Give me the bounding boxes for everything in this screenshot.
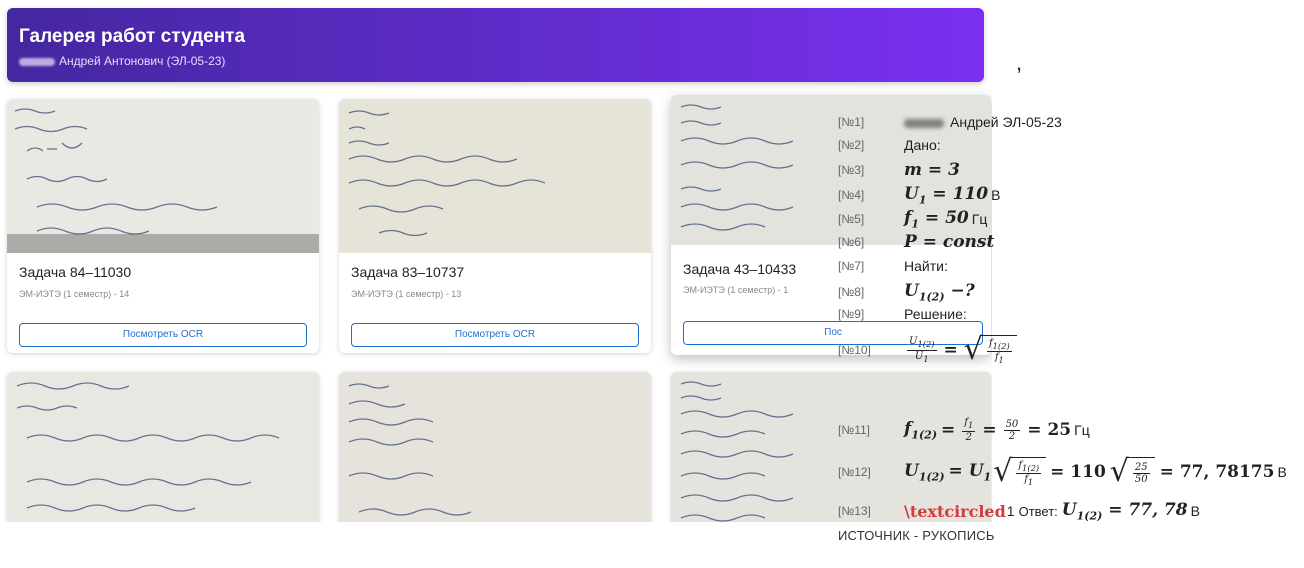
- fraction: 50 2: [1003, 418, 1021, 442]
- ocr-line: [№3] m = 3: [838, 160, 960, 180]
- square-root: √ 25 50: [1110, 457, 1155, 487]
- square-root: √ f1(2) f1: [964, 334, 1017, 365]
- equals-sign: =: [982, 420, 997, 440]
- task-card[interactable]: Задача 84–11030 ЭМ-ИЭТЭ (1 семестр) - 14…: [7, 99, 319, 353]
- math-expression: = 25: [1027, 420, 1072, 440]
- ocr-line: [№1] Андрей ЭЛ-05-23: [838, 114, 1062, 130]
- line-text: Найти:: [904, 258, 948, 274]
- ocr-line: [№5] f1 = 50 Гц: [838, 208, 987, 230]
- line-text: Андрей ЭЛ-05-23: [904, 114, 1062, 130]
- ocr-line: [№11] f1(2) = f1 2 = 50 2 = 25 Гц: [838, 412, 1090, 448]
- math-expression: m = 3: [904, 160, 960, 180]
- task-meta: ЭМ-ИЭТЭ (1 семестр) - 1: [683, 285, 789, 295]
- caption-comma: ,: [1016, 50, 1023, 75]
- ocr-line: [№8] U1(2) −?: [838, 281, 975, 303]
- math-expression: U1(2): [904, 460, 945, 484]
- math-expression: P = const: [904, 232, 995, 252]
- task-title: Задача 84–11030: [19, 264, 132, 280]
- task-card[interactable]: [7, 372, 319, 522]
- task-title: Задача 83–10737: [351, 264, 465, 280]
- ocr-name-text: Андрей ЭЛ-05-23: [950, 114, 1062, 130]
- line-number: [№9]: [838, 307, 865, 321]
- task-thumbnail[interactable]: [7, 99, 319, 253]
- unit: В: [1277, 464, 1287, 480]
- line-number: [№7]: [838, 259, 865, 273]
- student-name: Андрей Антонович (ЭЛ-05-23): [19, 54, 225, 68]
- line-number: [№1]: [838, 115, 865, 129]
- equals-sign: =: [943, 340, 958, 360]
- math-expression: = 77, 78175: [1159, 462, 1275, 482]
- page-title: Галерея работ студента: [19, 26, 246, 47]
- unit: Гц: [1074, 422, 1090, 438]
- unit: Гц: [971, 211, 988, 228]
- math-expression: f1 = 50: [904, 208, 969, 231]
- line-number: [№13]: [838, 504, 871, 519]
- ocr-line: [№10] U1(2) U1 = √ f1(2) f1: [838, 330, 1019, 370]
- line-number: [№12]: [838, 465, 871, 479]
- task-thumbnail[interactable]: [339, 99, 651, 253]
- fraction: f1 2: [962, 417, 976, 443]
- student-name-text: Андрей Антонович (ЭЛ-05-23): [59, 54, 226, 68]
- ocr-line: [№9] Решение:: [838, 306, 967, 322]
- line-number: [№8]: [838, 285, 865, 300]
- line-number: [№11]: [838, 423, 870, 437]
- ocr-line: [№7] Найти:: [838, 258, 948, 274]
- ocr-line: [№12] U1(2) = U1 √ f1(2) f1 = 110 √ 25 50 …: [838, 450, 1287, 494]
- math-expression: U1(2) = 77, 78: [1061, 500, 1188, 523]
- view-ocr-button[interactable]: Посмотреть OCR: [19, 323, 307, 347]
- task-card[interactable]: [339, 372, 651, 522]
- line-number: [№4]: [838, 188, 865, 203]
- unit: В: [991, 187, 1001, 204]
- line-number: [№2]: [838, 138, 865, 152]
- answer-label: Ответ:: [1018, 503, 1058, 519]
- line-text: Дано:: [904, 137, 941, 153]
- math-expression: U1(2) −?: [904, 281, 975, 304]
- task-thumbnail[interactable]: [339, 372, 651, 522]
- latex-command: \textcircled: [904, 501, 1006, 521]
- circled-number: 1: [1006, 503, 1015, 520]
- math-expression: = U1: [948, 460, 992, 484]
- ocr-line: [№6] P = const: [838, 232, 994, 252]
- task-thumbnail[interactable]: [7, 372, 319, 522]
- source-label: ИСТОЧНИК - РУКОПИСЬ: [838, 528, 995, 543]
- square-root: √ f1(2) f1: [993, 456, 1047, 487]
- task-meta: ЭМ-ИЭТЭ (1 семестр) - 14: [19, 289, 130, 299]
- math-expression: = 110: [1050, 462, 1106, 482]
- redacted-name: [904, 118, 944, 128]
- ocr-line: [№2] Дано:: [838, 137, 941, 153]
- gallery-header: Галерея работ студента Андрей Антонович …: [7, 8, 984, 82]
- fraction: U1(2) U1: [907, 336, 937, 364]
- ocr-line: [№4] U1 = 110 В: [838, 184, 1000, 206]
- line-number: [№5]: [838, 212, 865, 227]
- line-number: [№6]: [838, 235, 865, 249]
- line-number: [№3]: [838, 163, 865, 177]
- task-title: Задача 43–10433: [683, 261, 797, 277]
- ocr-line: [№13] \textcircled 1 Ответ: U1(2) = 77, …: [838, 500, 1200, 522]
- task-card[interactable]: Задача 83–10737 ЭМ-ИЭТЭ (1 семестр) - 13…: [339, 99, 651, 353]
- redacted-name: [19, 57, 55, 66]
- line-text: Решение:: [904, 306, 967, 322]
- math-expression: f1(2): [904, 418, 938, 442]
- line-number: [№10]: [838, 343, 871, 357]
- task-meta: ЭМ-ИЭТЭ (1 семестр) - 13: [351, 289, 462, 299]
- view-ocr-button[interactable]: Посмотреть OCR: [351, 323, 639, 347]
- math-expression: U1 = 110: [904, 184, 989, 207]
- equals-sign: =: [941, 420, 956, 440]
- unit: В: [1190, 503, 1200, 520]
